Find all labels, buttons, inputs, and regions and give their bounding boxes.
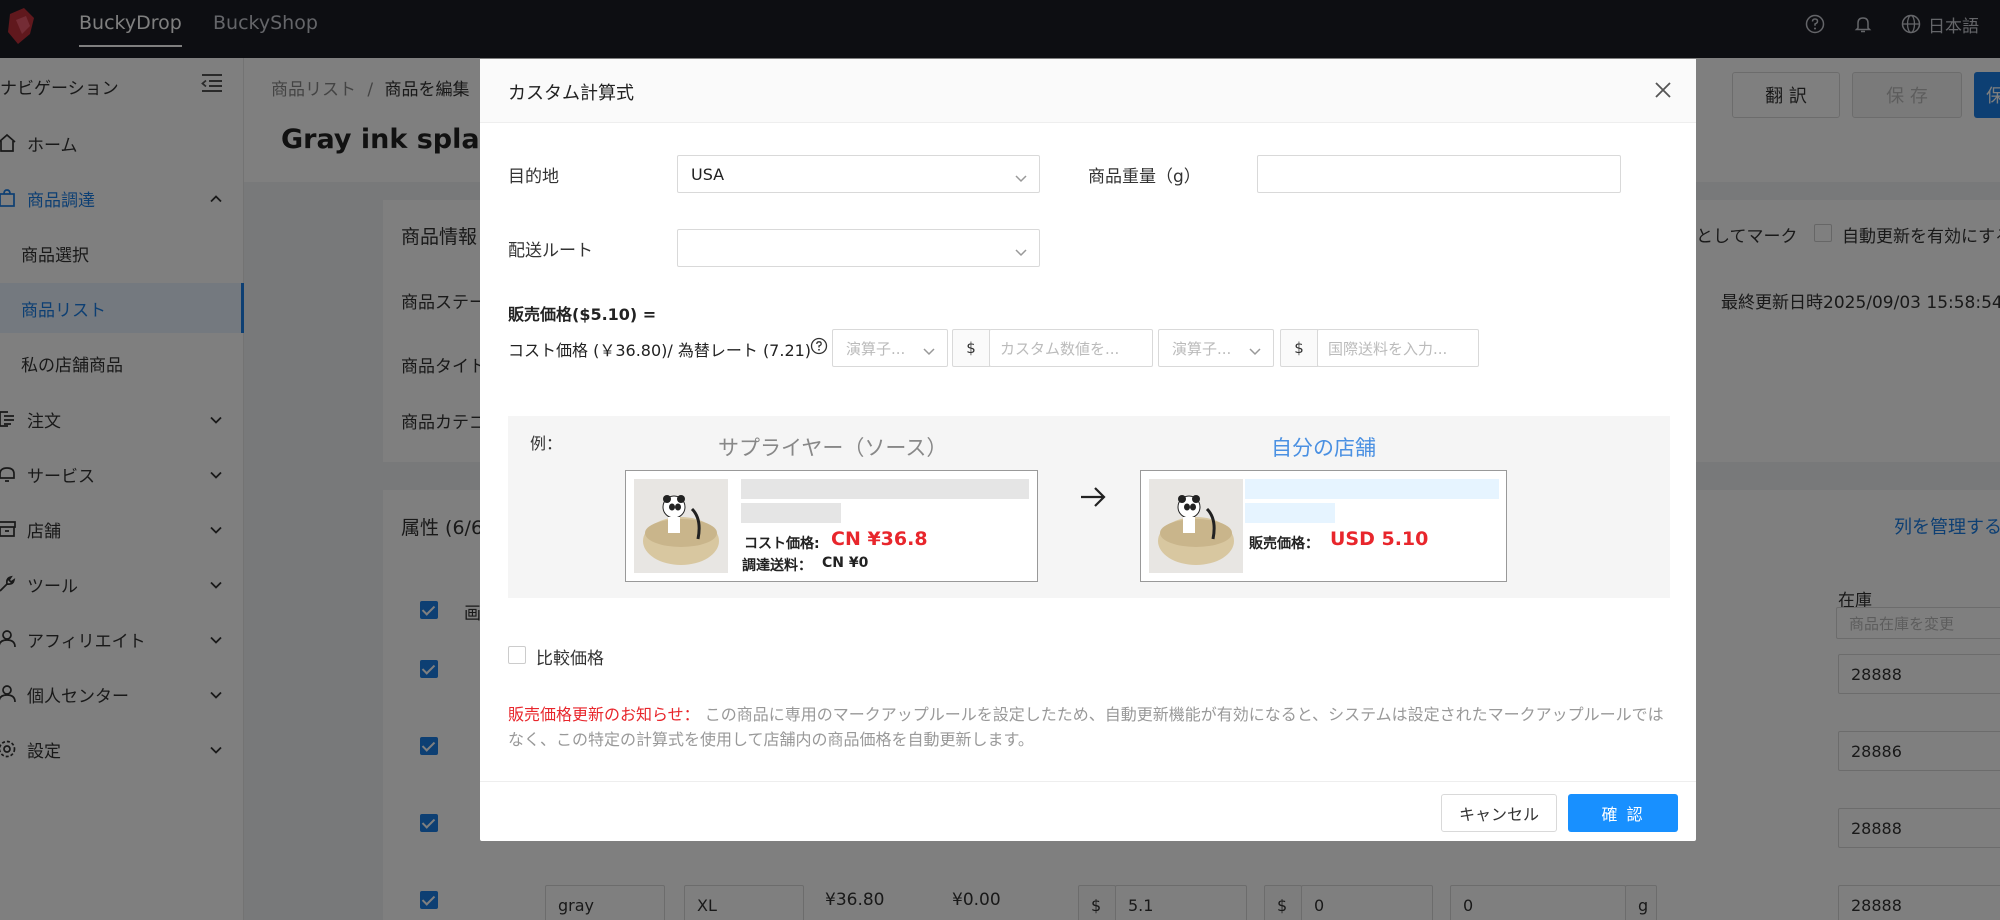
placeholder-bar — [1245, 503, 1335, 523]
operator-select-2[interactable]: 演算子... — [1158, 329, 1274, 367]
operator-placeholder: 演算子... — [846, 339, 906, 358]
formula-text: コスト価格 (￥36.80)/ 為替レート (7.21) — [508, 341, 812, 360]
weight-label: 商品重量（g） — [1088, 167, 1201, 187]
store-heading: 自分の店舗 — [1271, 436, 1376, 460]
placeholder-bar — [1245, 479, 1499, 499]
cancel-button[interactable]: キャンセル — [1441, 794, 1557, 832]
currency-prefix: $ — [1280, 329, 1318, 367]
example-box: 例： サプライヤー（ソース） 自分の店舗 コスト価格: CN ¥36.8 調達送… — [508, 416, 1670, 598]
product-image — [634, 479, 728, 573]
currency-prefix: $ — [952, 329, 990, 367]
chevron-down-icon — [923, 343, 935, 356]
operator-placeholder: 演算子... — [1172, 339, 1232, 358]
notice-title: 販売価格更新のお知らせ： — [508, 705, 700, 724]
shipping-label: 調達送料： — [742, 558, 812, 574]
custom-formula-modal: カスタム計算式 目的地 USA 商品重量（g） 配送ルート 販売価格($5.10… — [480, 59, 1696, 841]
operator-select-1[interactable]: 演算子... — [832, 329, 948, 367]
source-heading: サプライヤー（ソース） — [718, 436, 948, 460]
chevron-down-icon — [1015, 169, 1027, 183]
price-update-notice: 販売価格更新のお知らせ： この商品に専用のマークアップルールを設定したため、自動… — [508, 702, 1668, 752]
formula-title: 販売価格($5.10) = — [508, 305, 657, 324]
compare-price-checkbox[interactable] — [508, 646, 526, 664]
compare-price-label: 比較価格 — [536, 649, 604, 669]
confirm-button[interactable]: 確 認 — [1568, 794, 1678, 832]
product-image — [1149, 479, 1243, 573]
route-select[interactable] — [677, 229, 1040, 267]
shipping-value: CN ¥0 — [822, 555, 869, 571]
modal-header: カスタム計算式 — [480, 59, 1696, 123]
custom-value-input[interactable]: カスタム数値を... — [989, 329, 1153, 367]
intl-shipping-input[interactable]: 国際送料を入力... — [1317, 329, 1479, 367]
chevron-down-icon — [1015, 243, 1027, 257]
placeholder-bar — [741, 503, 841, 523]
source-product-card: コスト価格: CN ¥36.8 調達送料： CN ¥0 — [625, 470, 1038, 582]
modal-footer: キャンセル 確 認 — [480, 781, 1696, 841]
help-icon[interactable] — [810, 337, 828, 355]
placeholder-bar — [741, 479, 1029, 499]
cost-label: コスト価格: — [744, 536, 820, 552]
destination-label: 目的地 — [508, 167, 559, 187]
destination-select[interactable]: USA — [677, 155, 1040, 193]
chevron-down-icon — [1249, 343, 1261, 356]
sale-price-value: USD 5.10 — [1330, 528, 1429, 550]
route-label: 配送ルート — [508, 241, 593, 261]
modal-title: カスタム計算式 — [508, 83, 634, 104]
store-product-card: 販売価格： USD 5.10 — [1140, 470, 1507, 582]
destination-value: USA — [691, 164, 725, 184]
cost-value: CN ¥36.8 — [831, 528, 928, 550]
sale-price-label: 販売価格： — [1249, 536, 1319, 552]
close-icon[interactable] — [1654, 81, 1672, 99]
example-label: 例： — [530, 434, 563, 453]
arrow-right-icon — [1078, 482, 1108, 512]
weight-input[interactable] — [1257, 155, 1621, 193]
